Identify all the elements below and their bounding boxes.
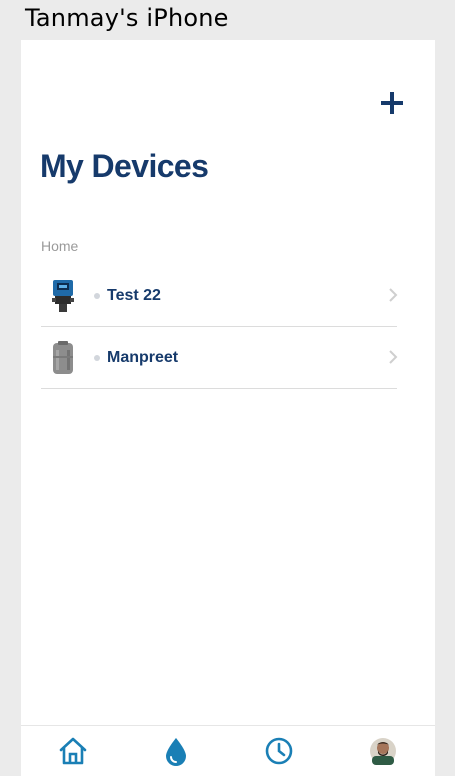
clock-icon xyxy=(265,737,293,765)
chevron-right-icon xyxy=(389,350,398,364)
page-title: My Devices xyxy=(40,148,209,184)
device-name: Manpreet xyxy=(107,348,179,366)
section-label-home: Home xyxy=(41,238,79,254)
home-icon xyxy=(59,737,87,765)
chevron-right-icon xyxy=(389,288,398,302)
status-dot xyxy=(94,354,100,361)
tab-water[interactable] xyxy=(159,734,193,768)
device-thumbnail-tank xyxy=(48,339,78,377)
bottom-tab-bar xyxy=(21,725,435,776)
profile-avatar xyxy=(370,738,396,765)
tab-history[interactable] xyxy=(262,734,296,768)
window-title: Tanmay's iPhone xyxy=(25,4,229,32)
plus-icon xyxy=(381,92,403,114)
tab-home[interactable] xyxy=(56,734,90,768)
status-dot xyxy=(94,292,100,299)
device-name: Test 22 xyxy=(107,286,161,304)
device-row-test-22[interactable]: Test 22 xyxy=(41,265,398,327)
device-row-manpreet[interactable]: Manpreet xyxy=(41,327,398,389)
device-thumbnail-controller xyxy=(48,277,78,315)
tab-profile[interactable] xyxy=(366,734,400,768)
device-list: Test 22 Manpreet xyxy=(41,265,398,389)
water-drop-icon xyxy=(166,738,186,766)
app-screen: My Devices Home Test 22 Manpreet xyxy=(21,40,435,776)
add-device-button[interactable] xyxy=(379,90,405,116)
